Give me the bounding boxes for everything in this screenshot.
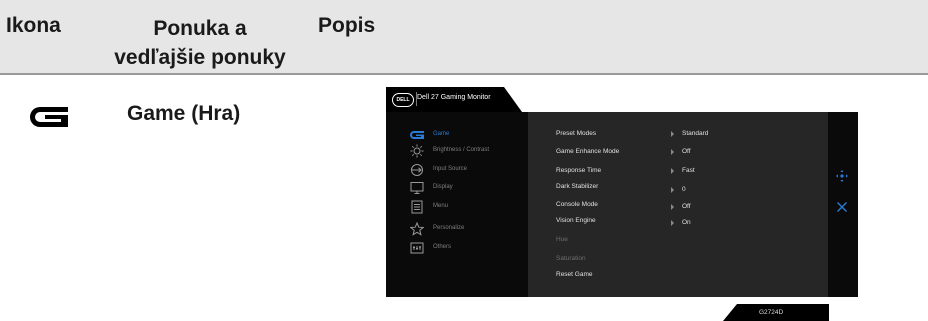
input-source-icon — [411, 164, 423, 176]
others-icon — [410, 242, 424, 254]
display-icon — [410, 182, 424, 194]
osd-screenshot: DELL Dell 27 Gaming Monitor Game Brightn… — [386, 87, 858, 297]
setting-label: Console Mode — [556, 201, 598, 208]
star-icon — [410, 222, 424, 236]
setting-label: Vision Engine — [556, 217, 596, 224]
nav-item-others[interactable]: Others — [410, 241, 528, 256]
game-icon — [30, 107, 68, 127]
nav-item-menu[interactable]: Menu — [410, 200, 528, 215]
setting-label: Hue — [556, 236, 568, 243]
setting-value: On — [682, 219, 691, 226]
close-icon[interactable] — [835, 200, 849, 214]
setting-value: Fast — [682, 167, 695, 174]
nav-item-display[interactable]: Display — [410, 181, 528, 196]
nav-label: Game — [433, 131, 450, 137]
nav-label: Menu — [433, 203, 449, 209]
brightness-icon — [410, 144, 424, 158]
osd-title: Dell 27 Gaming Monitor — [417, 94, 491, 101]
dell-logo: DELL — [392, 93, 414, 107]
setting-game-enhance-mode[interactable]: Game Enhance Mode Off — [556, 148, 826, 160]
game-icon — [410, 131, 424, 139]
setting-value: 0 — [682, 186, 686, 193]
setting-value: Off — [682, 148, 691, 155]
nav-label: Display — [433, 184, 453, 190]
header-description: Popis — [318, 14, 376, 37]
setting-console-mode[interactable]: Console Mode Off — [556, 201, 826, 213]
setting-label: Response Time — [556, 167, 602, 174]
chevron-right-icon — [671, 168, 674, 174]
setting-dark-stabilizer[interactable]: Dark Stabilizer 0 — [556, 183, 826, 195]
setting-reset-game[interactable]: Reset Game — [556, 271, 826, 283]
chevron-right-icon — [671, 149, 674, 155]
chevron-right-icon — [671, 187, 674, 193]
setting-label: Game Enhance Mode — [556, 148, 620, 155]
header-menu: Ponuka a vedľajšie ponuky — [100, 14, 300, 72]
header-icon: Ikona — [6, 14, 61, 37]
setting-label: Reset Game — [556, 271, 593, 278]
nav-label: Input Source — [433, 166, 468, 172]
nav-item-input-source[interactable]: Input Source — [410, 163, 528, 178]
header-menu-line2: vedľajšie ponuky — [114, 46, 286, 69]
nav-label: Personalize — [433, 225, 465, 231]
model-badge: G2724D — [723, 304, 829, 321]
setting-response-time[interactable]: Response Time Fast — [556, 167, 826, 179]
nav-item-game[interactable]: Game — [410, 128, 528, 143]
model-label: G2724D — [759, 309, 784, 316]
chevron-right-icon — [671, 220, 674, 226]
setting-label: Preset Modes — [556, 130, 597, 137]
setting-hue: Hue — [556, 236, 826, 248]
setting-vision-engine[interactable]: Vision Engine On — [556, 217, 826, 229]
setting-preset-modes[interactable]: Preset Modes Standard — [556, 130, 826, 142]
chevron-right-icon — [671, 204, 674, 210]
setting-value: Standard — [682, 130, 709, 137]
nav-label: Brightness / Contrast — [433, 147, 490, 153]
move-icon[interactable] — [835, 169, 849, 183]
row-title: Game (Hra) — [127, 102, 241, 125]
nav-label: Others — [433, 244, 452, 250]
header-menu-line1: Ponuka a — [153, 17, 247, 40]
setting-saturation: Saturation — [556, 255, 826, 267]
osd-title-tab: DELL Dell 27 Gaming Monitor — [386, 87, 522, 112]
chevron-right-icon — [671, 131, 674, 137]
setting-label: Saturation — [556, 255, 586, 262]
nav-item-personalize[interactable]: Personalize — [410, 222, 528, 237]
setting-label: Dark Stabilizer — [556, 183, 599, 190]
nav-item-brightness[interactable]: Brightness / Contrast — [410, 144, 528, 159]
menu-icon — [411, 200, 423, 214]
setting-value: Off — [682, 203, 691, 210]
header-rule — [0, 73, 928, 75]
